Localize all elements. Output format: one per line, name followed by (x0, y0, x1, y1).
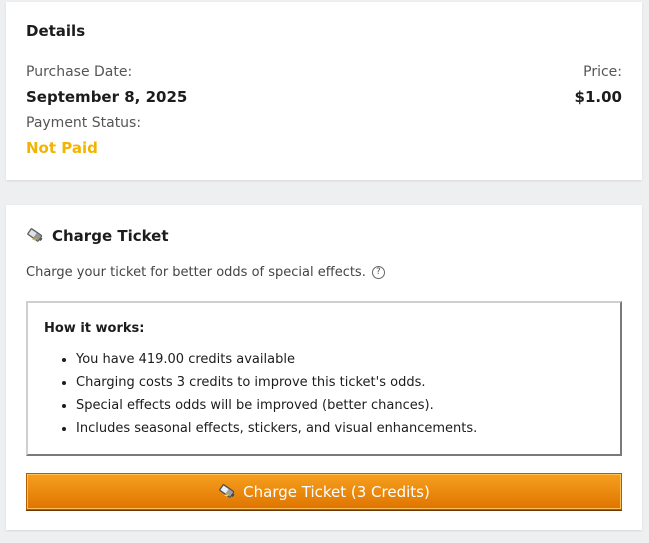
charge-ticket-title: Charge Ticket (52, 226, 169, 245)
charge-ticket-card: Charge Ticket Charge your ticket for bet… (6, 205, 642, 530)
list-item: Includes seasonal effects, stickers, and… (76, 420, 477, 443)
charge-description-text: Charge your ticket for better odds of sp… (26, 265, 366, 280)
how-it-works-title: How it works: (44, 321, 145, 336)
price-value: $1.00 (574, 88, 622, 106)
battery-charge-icon (218, 482, 237, 501)
payment-status-label: Payment Status: (26, 115, 142, 131)
list-item: Special effects odds will be improved (b… (76, 397, 477, 420)
price-label: Price: (583, 64, 622, 80)
payment-status-value: Not Paid (26, 139, 98, 157)
charge-description: Charge your ticket for better odds of sp… (26, 265, 385, 280)
purchase-date-label: Purchase Date: (26, 64, 133, 80)
how-it-works-box: How it works: You have 419.00 credits av… (26, 301, 622, 456)
how-it-works-list: You have 419.00 credits available Chargi… (44, 351, 477, 443)
charge-ticket-header: Charge Ticket (26, 226, 169, 245)
details-title: Details (26, 22, 86, 40)
list-item: Charging costs 3 credits to improve this… (76, 374, 477, 397)
charge-ticket-button-label: Charge Ticket (3 Credits) (243, 482, 430, 501)
charge-ticket-button[interactable]: Charge Ticket (3 Credits) (26, 473, 622, 510)
list-item: You have 419.00 credits available (76, 351, 477, 374)
purchase-date-value: September 8, 2025 (26, 88, 188, 106)
battery-charge-icon (26, 226, 45, 245)
details-card: Details Purchase Date: Price: September … (6, 2, 642, 180)
help-icon[interactable]: ? (371, 266, 385, 279)
